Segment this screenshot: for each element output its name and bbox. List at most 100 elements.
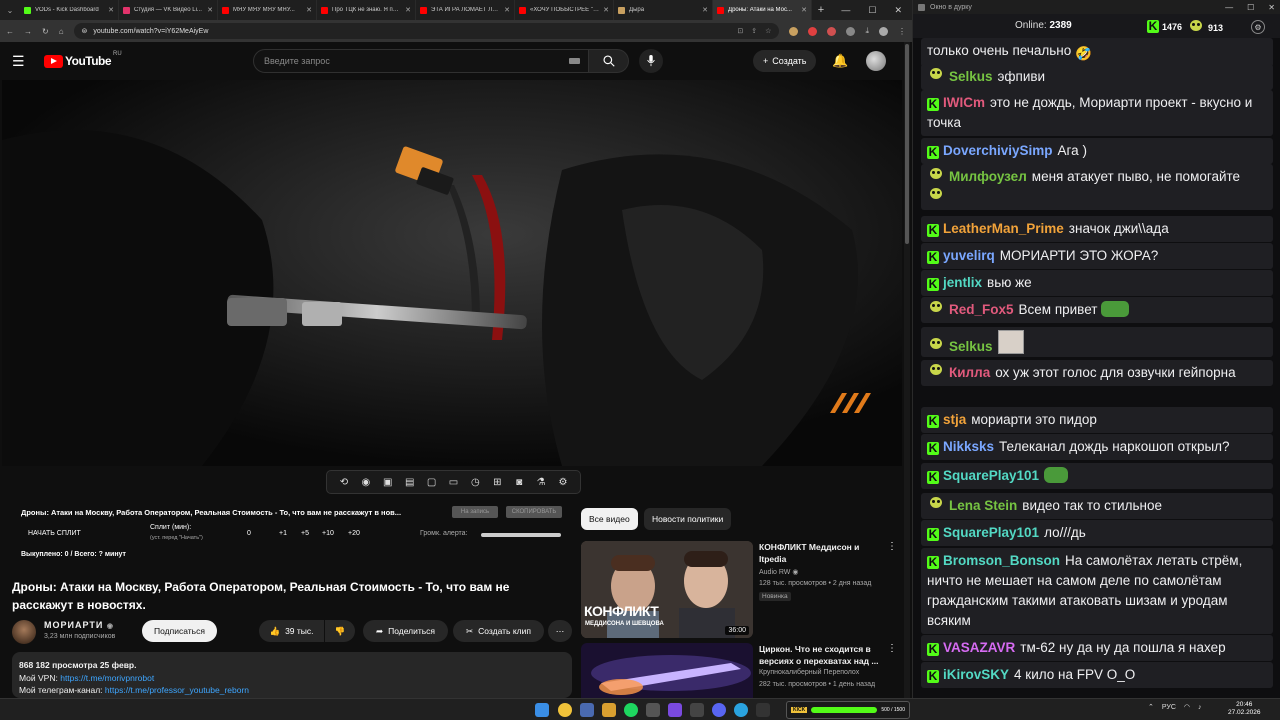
recommendation-title[interactable]: КОНФЛИКТ Меддисон и Itpedia — [759, 541, 884, 565]
notifications-bell-icon[interactable]: 🔔 — [832, 53, 848, 69]
start-windows-icon[interactable] — [535, 703, 549, 717]
voice-search-button[interactable] — [639, 49, 663, 73]
steam-icon[interactable] — [580, 703, 594, 717]
alert-volume-slider[interactable] — [481, 533, 561, 537]
more-options-icon[interactable]: ⋮ — [887, 541, 897, 552]
chip-all-videos[interactable]: Все видео — [581, 508, 638, 530]
discord-icon[interactable] — [712, 703, 726, 717]
home-icon[interactable]: ⌂ — [59, 27, 64, 36]
record-button[interactable]: На запись — [452, 506, 498, 518]
extension-icon[interactable] — [846, 26, 856, 36]
share-button[interactable]: ➦ Поделиться — [363, 620, 448, 642]
maximize-icon[interactable]: ☐ — [1247, 3, 1254, 12]
browser-tab[interactable]: Дыра ✕ — [614, 0, 713, 20]
user-avatar[interactable] — [866, 51, 886, 71]
film-icon[interactable]: ▤ — [403, 475, 417, 489]
picture-in-picture-icon[interactable]: ▢ — [425, 475, 439, 489]
tab-close-icon[interactable]: ✕ — [801, 6, 807, 14]
description-box[interactable]: 868 182 просмотра 25 февр. Мой VPN: http… — [12, 652, 572, 698]
more-options-icon[interactable]: ⋮ — [887, 643, 896, 654]
start-split-button[interactable]: НАЧАТЬ СПЛИТ — [28, 530, 81, 537]
search-input[interactable] — [253, 49, 589, 73]
browser-tab[interactable]: ЭТА ИГРА ЛОМАЕТ ЛЮ... ✕ — [416, 0, 515, 20]
broadcast-icon[interactable]: ◉ — [359, 475, 373, 489]
channel-avatar[interactable] — [12, 620, 36, 644]
app-icon[interactable] — [668, 703, 682, 717]
profile-avatar-icon[interactable] — [879, 26, 888, 36]
maximize-icon[interactable]: ☐ — [868, 5, 876, 16]
kick-goal-widget[interactable]: KICK 500 / 1500 — [786, 701, 910, 719]
new-tab-icon[interactable]: + — [812, 4, 830, 16]
subscribe-button[interactable]: Подписаться — [142, 620, 217, 642]
split-minutes-value[interactable]: 0 — [247, 530, 251, 537]
back-icon[interactable]: ← — [6, 27, 14, 36]
minimize-icon[interactable]: — — [1225, 3, 1233, 12]
language-indicator[interactable]: РУС — [1162, 704, 1176, 711]
chat-username[interactable]: Милфоузел — [949, 169, 1027, 184]
minimize-icon[interactable]: — — [841, 5, 850, 16]
browser-tab[interactable]: МЯУ МЯУ МЯУ МЯУ... ✕ — [218, 0, 317, 20]
file-explorer-icon[interactable] — [602, 703, 616, 717]
tab-close-icon[interactable]: ✕ — [603, 6, 609, 14]
chat-username[interactable]: DoverchiviySimp — [943, 143, 1053, 158]
increment-button[interactable]: +5 — [301, 530, 309, 537]
hamburger-menu-icon[interactable]: ☰ — [12, 53, 34, 70]
chat-username[interactable]: Lena Stein — [949, 498, 1017, 513]
share-icon[interactable]: ⇪ — [751, 27, 757, 35]
chat-username[interactable]: SquarePlay101 — [943, 468, 1039, 483]
tab-close-icon[interactable]: ✕ — [306, 6, 312, 14]
record-icon[interactable]: ▣ — [381, 475, 395, 489]
create-button[interactable]: + Создать — [753, 50, 817, 72]
recommendation-item[interactable]: КОНФЛИКТ МЕДДИСОНА И ШЕВЦОВА 36:00 КОНФЛ… — [581, 541, 897, 641]
add-clip-icon[interactable]: ⊞ — [490, 475, 504, 489]
video-player[interactable] — [2, 80, 902, 466]
browser-tab[interactable]: Про ТЦК не знаю. Я пм... ✕ — [317, 0, 416, 20]
tab-close-icon[interactable]: ✕ — [207, 6, 213, 14]
chat-username[interactable]: IWICm — [943, 95, 985, 110]
clip-button[interactable]: ✂ Создать клип — [453, 620, 544, 642]
chat-username[interactable]: Selkus — [949, 339, 993, 354]
app-icon[interactable] — [690, 703, 704, 717]
chat-message-list[interactable]: только очень печально 🤣 Selkus эфпиви K IW… — [921, 38, 1273, 692]
chat-username[interactable]: stja — [943, 412, 966, 427]
search-button[interactable] — [589, 49, 629, 73]
increment-button[interactable]: +1 — [279, 530, 287, 537]
bookmark-star-icon[interactable]: ☆ — [765, 27, 771, 35]
channel-name[interactable]: МОРИАРТИ ◉ — [44, 620, 114, 630]
speed-icon[interactable]: ◷ — [468, 475, 482, 489]
clock[interactable]: 20:46 27.02.2026 — [1228, 701, 1261, 717]
close-icon[interactable]: ✕ — [1268, 3, 1275, 12]
app-icon[interactable] — [756, 703, 770, 717]
browser-tab[interactable]: «ХОЧУ ПОБЫСТРЕЕ "ЗА... ✕ — [515, 0, 614, 20]
site-info-icon[interactable]: ⊜ — [82, 27, 88, 35]
browser-menu-icon[interactable]: ⋮ — [898, 27, 906, 36]
vpn-link[interactable]: https://t.me/morivpnrobot — [60, 673, 154, 683]
keyboard-icon[interactable] — [569, 58, 580, 64]
address-bar[interactable]: ⊜ youtube.com/watch?v=iY62MeAiyEw ⊡ ⇪ ☆ — [73, 23, 780, 39]
extension-icon[interactable] — [827, 26, 837, 36]
obs-icon[interactable] — [646, 703, 660, 717]
downloads-icon[interactable]: ⤓ — [865, 26, 869, 36]
loop-icon[interactable]: ⟲ — [337, 475, 351, 489]
chat-username[interactable]: yuvelirq — [943, 248, 995, 263]
chat-username[interactable]: LeatherMan_Prime — [943, 221, 1064, 236]
increment-button[interactable]: +20 — [348, 530, 360, 537]
tab-search-icon[interactable]: ⌄ — [0, 0, 20, 20]
chat-username[interactable]: jentlix — [943, 275, 982, 290]
reload-icon[interactable]: ↻ — [42, 27, 49, 36]
tab-close-icon[interactable]: ✕ — [702, 6, 708, 14]
recommendation-thumbnail[interactable]: КОНФЛИКТ МЕДДИСОНА И ШЕВЦОВА 36:00 — [581, 541, 753, 638]
chrome-icon[interactable] — [558, 703, 572, 717]
telegram-icon[interactable] — [734, 703, 748, 717]
settings-gear-icon[interactable]: ⚙ — [556, 475, 570, 489]
flask-icon[interactable]: ⚗ — [534, 475, 548, 489]
more-actions-button[interactable]: ⋯ — [548, 620, 572, 642]
wifi-icon[interactable]: ◠ — [1184, 703, 1190, 711]
chip-politics-news[interactable]: Новости политики — [644, 508, 732, 530]
tab-close-icon[interactable]: ✕ — [504, 6, 510, 14]
browser-tab-active[interactable]: Дроны: Атаки на Мос... ✕ — [713, 0, 812, 20]
close-icon[interactable]: ✕ — [894, 5, 902, 16]
tray-chevron-icon[interactable]: ⌃ — [1148, 703, 1154, 711]
telegram-link[interactable]: https://t.me/professor_youtube_reborn — [105, 685, 249, 695]
tab-close-icon[interactable]: ✕ — [108, 6, 114, 14]
